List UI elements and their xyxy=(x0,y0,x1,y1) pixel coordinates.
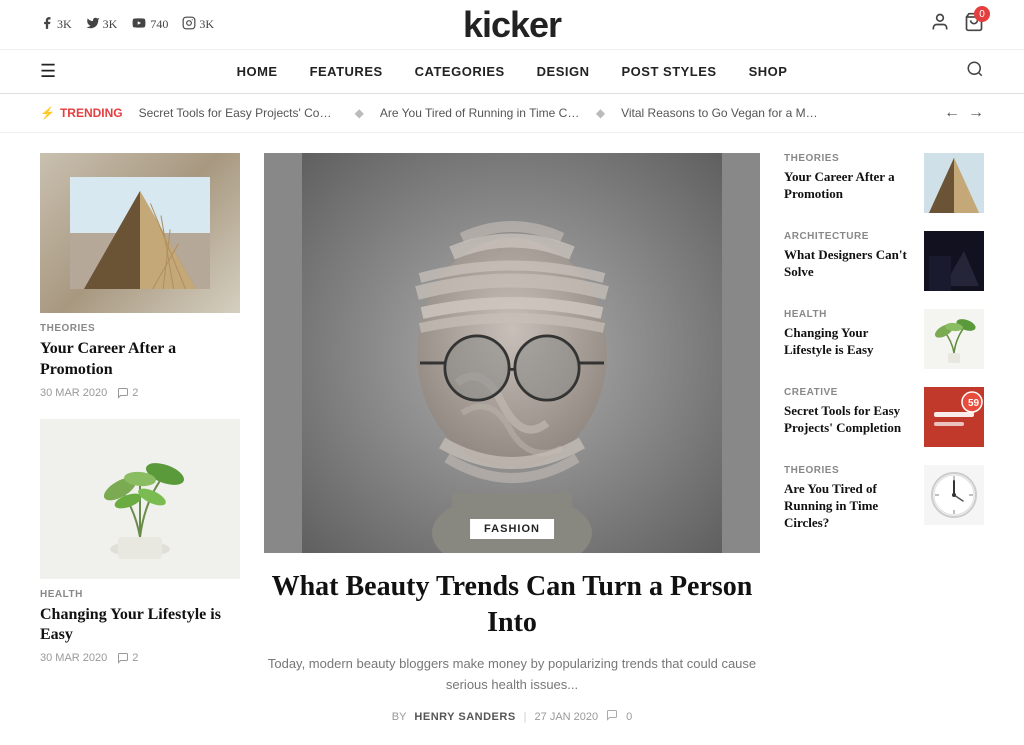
sidebar-career[interactable]: THEORIES Your Career After a Promotion xyxy=(784,153,984,213)
card-career-category: THEORIES xyxy=(40,323,240,334)
sidebar-career-image xyxy=(924,153,984,213)
trending-label: ⚡ TRENDING xyxy=(40,106,123,120)
sidebar-creative[interactable]: CREATIVE Secret Tools for Easy Projects'… xyxy=(784,387,984,447)
instagram-icon xyxy=(182,16,196,34)
card-lifestyle-comments: 2 xyxy=(117,652,138,664)
hero-author[interactable]: HENRY SANDERS xyxy=(414,711,515,723)
sidebar-career-category: THEORIES xyxy=(784,153,910,164)
cart-button[interactable]: 0 xyxy=(964,12,984,37)
trending-item-1[interactable]: Secret Tools for Easy Projects' Compl ..… xyxy=(139,106,339,120)
nav-shop[interactable]: SHOP xyxy=(749,64,788,79)
nav-post-styles[interactable]: POST STYLES xyxy=(622,64,717,79)
nav-bar: ☰ HOME FEATURES CATEGORIES DESIGN POST S… xyxy=(0,50,1024,94)
search-icon[interactable] xyxy=(966,60,984,83)
sidebar-health-title: Changing Your Lifestyle is Easy xyxy=(784,325,910,359)
nav-home[interactable]: HOME xyxy=(237,64,278,79)
sidebar-architecture-category: ARCHITECTURE xyxy=(784,231,910,242)
sidebar-creative-category: CREATIVE xyxy=(784,387,910,398)
bolt-icon: ⚡ xyxy=(40,106,55,120)
hero-description: Today, modern beauty bloggers make money… xyxy=(264,654,760,696)
card-lifestyle-image xyxy=(40,419,240,579)
sidebar-creative-title: Secret Tools for Easy Projects' Completi… xyxy=(784,403,910,437)
twitter-link[interactable]: 3K xyxy=(86,16,118,34)
nav-categories[interactable]: CATEGORIES xyxy=(415,64,505,79)
sidebar-time[interactable]: THEORIES Are You Tired of Running in Tim… xyxy=(784,465,984,535)
menu-hamburger-icon[interactable]: ☰ xyxy=(40,61,56,82)
hero-comments-icon xyxy=(606,709,618,724)
sidebar-creative-image: 59 xyxy=(924,387,984,447)
card-lifestyle[interactable]: HEALTH Changing Your Lifestyle is Easy 3… xyxy=(40,419,240,665)
card-career[interactable]: THEORIES Your Career After a Promotion 3… xyxy=(40,153,240,399)
trending-nav: ← → xyxy=(944,104,984,122)
card-career-meta: 30 MAR 2020 2 xyxy=(40,387,240,399)
sidebar-architecture[interactable]: ARCHITECTURE What Designers Can't Solve xyxy=(784,231,984,291)
nav-design[interactable]: DESIGN xyxy=(537,64,590,79)
user-icon[interactable] xyxy=(930,12,950,37)
cart-badge: 0 xyxy=(974,6,990,22)
facebook-count: 3K xyxy=(57,17,72,32)
twitter-icon xyxy=(86,16,100,34)
sidebar-architecture-title: What Designers Can't Solve xyxy=(784,247,910,281)
youtube-link[interactable]: 740 xyxy=(131,16,168,34)
trending-item-2[interactable]: Are You Tired of Running in Time Circl..… xyxy=(380,106,580,120)
sidebar-health-image xyxy=(924,309,984,369)
trending-item-3[interactable]: Vital Reasons to Go Vegan for a Month xyxy=(621,106,821,120)
nav-links: HOME FEATURES CATEGORIES DESIGN POST STY… xyxy=(237,64,788,79)
hero-title: What Beauty Trends Can Turn a Person Int… xyxy=(264,569,760,642)
twitter-count: 3K xyxy=(103,17,118,32)
hero-image xyxy=(264,153,760,553)
hero-image-container: FASHION xyxy=(264,153,760,553)
trending-items: Secret Tools for Easy Projects' Compl ..… xyxy=(139,106,928,120)
instagram-link[interactable]: 3K xyxy=(182,16,214,34)
hero-comments-count: 0 xyxy=(626,711,632,723)
sidebar-time-title: Are You Tired of Running in Time Circles… xyxy=(784,481,910,532)
card-career-image xyxy=(40,153,240,313)
card-lifestyle-date: 30 MAR 2020 xyxy=(40,652,107,664)
card-lifestyle-meta: 30 MAR 2020 2 xyxy=(40,652,240,664)
card-career-date: 30 MAR 2020 xyxy=(40,387,107,399)
trending-bar: ⚡ TRENDING Secret Tools for Easy Project… xyxy=(0,94,1024,133)
sidebar-time-category: THEORIES xyxy=(784,465,910,476)
sidebar-health-category: HEALTH xyxy=(784,309,910,320)
trending-prev[interactable]: ← xyxy=(944,104,960,122)
by-label: BY xyxy=(392,711,407,723)
instagram-count: 3K xyxy=(199,17,214,32)
sidebar-career-title: Your Career After a Promotion xyxy=(784,169,910,203)
youtube-count: 740 xyxy=(150,17,168,32)
center-column: FASHION What Beauty Trends Can Turn a Pe… xyxy=(264,153,760,724)
card-lifestyle-category: HEALTH xyxy=(40,589,240,600)
right-sidebar: THEORIES Your Career After a Promotion A… xyxy=(784,153,984,724)
left-column: THEORIES Your Career After a Promotion 3… xyxy=(40,153,240,724)
card-career-comments: 2 xyxy=(117,387,138,399)
hero-byline: BY HENRY SANDERS | 27 JAN 2020 0 xyxy=(264,709,760,724)
facebook-icon xyxy=(40,16,54,34)
sidebar-architecture-image xyxy=(924,231,984,291)
youtube-icon xyxy=(131,16,147,34)
social-links: 3K 3K 740 3K xyxy=(40,16,214,34)
hero-category-tag: FASHION xyxy=(470,519,554,539)
top-right-actions: 0 xyxy=(930,12,984,37)
svg-text:59: 59 xyxy=(968,398,980,409)
site-logo[interactable]: kicker xyxy=(463,4,561,46)
main-content: THEORIES Your Career After a Promotion 3… xyxy=(0,133,1024,744)
nav-features[interactable]: FEATURES xyxy=(310,64,383,79)
trending-next[interactable]: → xyxy=(968,104,984,122)
card-career-title: Your Career After a Promotion xyxy=(40,339,240,381)
top-bar: 3K 3K 740 3K kicker 0 xyxy=(0,0,1024,50)
card-lifestyle-title: Changing Your Lifestyle is Easy xyxy=(40,605,240,647)
facebook-link[interactable]: 3K xyxy=(40,16,72,34)
sidebar-time-image xyxy=(924,465,984,525)
hero-date: 27 JAN 2020 xyxy=(535,711,599,723)
sidebar-health[interactable]: HEALTH Changing Your Lifestyle is Easy xyxy=(784,309,984,369)
